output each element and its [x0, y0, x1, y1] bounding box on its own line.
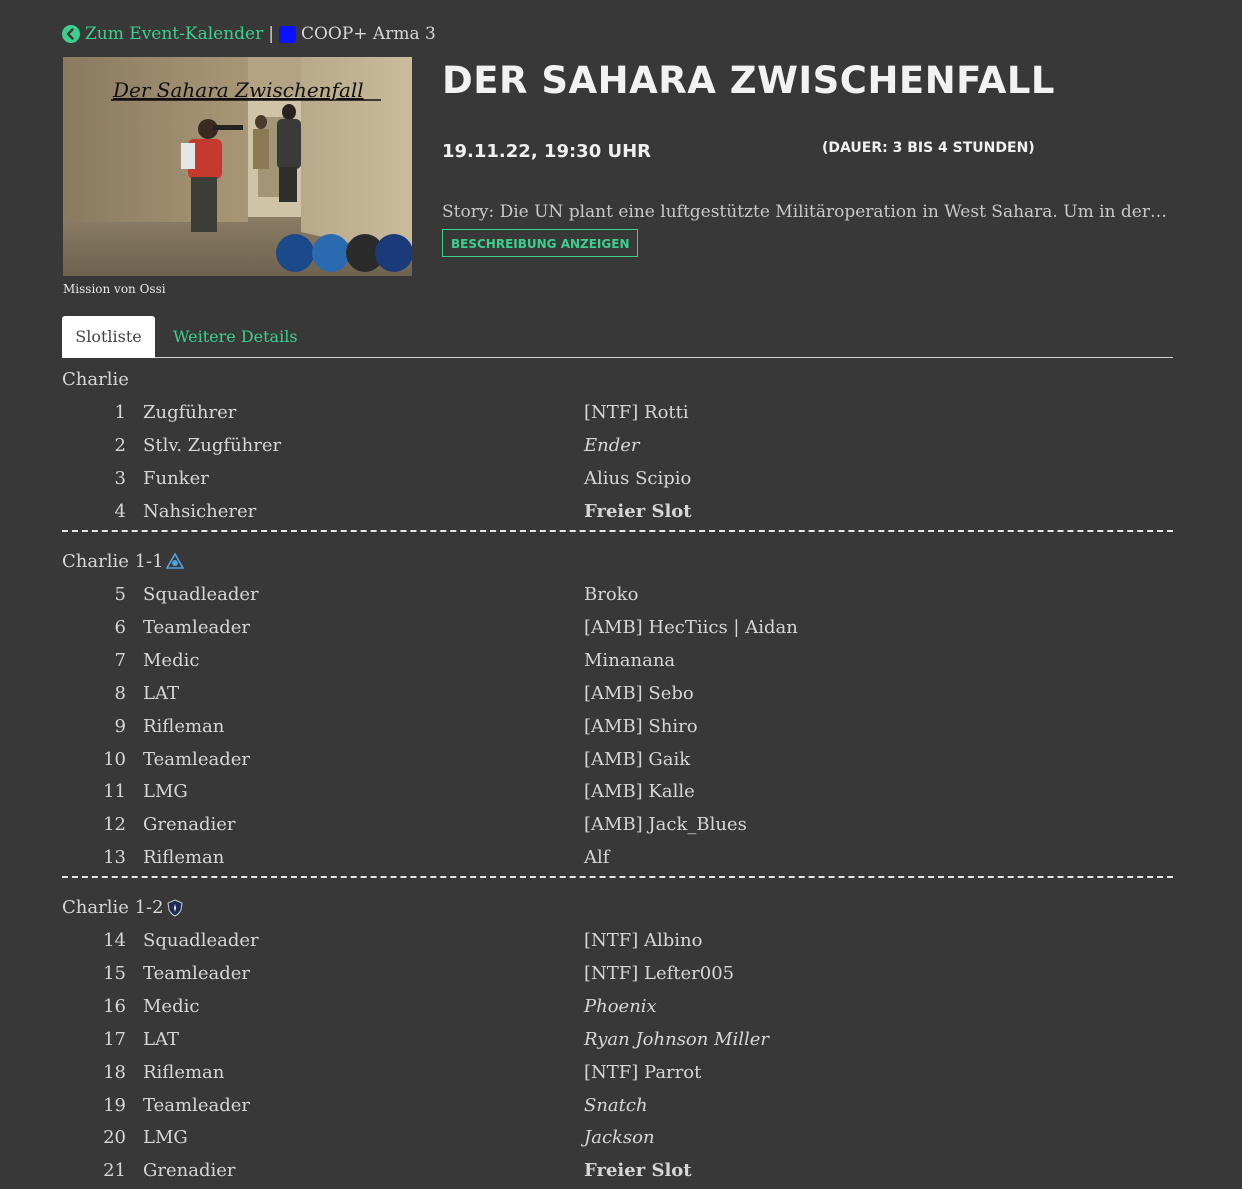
slot-role: Squadleader [143, 584, 259, 605]
amb-logo-icon [165, 552, 184, 569]
slot-role: Funker [143, 467, 209, 489]
slot-number: 1 [114, 402, 126, 423]
group-name: Charlie [62, 369, 129, 390]
slot-role: Teamleader [143, 748, 250, 770]
slot-role: Stlv. Zugführer [143, 434, 282, 456]
event-story: Story: Die UN plant eine luftgestützte M… [442, 202, 1172, 222]
event-duration: (DAUER: 3 BIS 4 STUNDEN) [822, 140, 1035, 156]
breadcrumb-separator: | [268, 24, 274, 44]
slot-player: [NTF] Rotti [584, 402, 689, 423]
slot-role: Teamleader [143, 616, 250, 638]
slot-number: 13 [103, 847, 126, 869]
slot-player: Alf [584, 847, 610, 869]
slot-role: Grenadier [143, 1160, 236, 1182]
slot-number: 16 [103, 995, 126, 1017]
slot-player: [NTF] Parrot [584, 1061, 702, 1083]
group-header: Charlie 1-1 [62, 551, 184, 572]
event-type-label: COOP+ Arma 3 [300, 24, 436, 44]
slot-role: Medic [143, 649, 200, 671]
slot-role: Teamleader [143, 962, 250, 984]
slot-number: 8 [114, 682, 126, 704]
group-divider [62, 530, 1173, 532]
free-slot-link[interactable]: Freier Slot [584, 501, 692, 522]
event-date: 19.11.22, 19:30 UHR [442, 141, 652, 162]
slot-player: [AMB] Jack_Blues [584, 814, 747, 836]
slot-number: 12 [103, 814, 126, 836]
breadcrumb: Zum Event-Kalender | COOP+ Arma 3 [62, 22, 436, 46]
slot-number: 21 [103, 1160, 126, 1182]
slot-role: LAT [143, 682, 179, 704]
slot-number: 11 [103, 781, 126, 803]
slot-role: Teamleader [143, 1094, 250, 1116]
group-name: Charlie 1-2 [62, 897, 164, 918]
slot-player: [AMB] Kalle [584, 781, 695, 803]
group-divider [62, 876, 1173, 878]
slot-number: 10 [103, 748, 126, 770]
slot-player: Jackson [584, 1127, 655, 1149]
back-link-label[interactable]: Zum Event-Kalender [85, 22, 263, 46]
slot-player: [NTF] Albino [584, 930, 703, 951]
tab-weitere-details[interactable]: Weitere Details [173, 316, 298, 358]
slot-player: Snatch [584, 1094, 648, 1116]
slot-role: Rifleman [143, 1061, 225, 1083]
slot-player: Ryan Johnson Miller [584, 1028, 770, 1050]
slot-role: Rifleman [143, 715, 225, 737]
slot-player: Phoenix [584, 995, 657, 1017]
slot-player: [NTF] Lefter005 [584, 962, 735, 984]
event-type-color-square [278, 25, 296, 43]
mission-author-caption: Mission von Ossi [63, 282, 166, 296]
event-title: DER SAHARA ZWISCHENFALL [442, 59, 1055, 102]
slot-number: 18 [103, 1061, 126, 1083]
tab-slotliste[interactable]: Slotliste [62, 316, 155, 358]
group-header: Charlie 1-2 [62, 897, 184, 918]
slot-number: 17 [103, 1028, 126, 1050]
slot-number: 20 [103, 1127, 126, 1149]
back-to-calendar-link[interactable]: Zum Event-Kalender [62, 22, 263, 46]
tab-bar: Slotliste Weitere Details [62, 316, 1173, 358]
slot-number: 6 [114, 616, 126, 638]
slot-number: 4 [114, 500, 126, 522]
event-image: Der Sahara Zwischenfall [63, 57, 412, 276]
slot-role: Grenadier [143, 814, 236, 836]
slot-number: 19 [103, 1094, 126, 1116]
slot-player: [AMB] Sebo [584, 682, 694, 704]
slot-number: 5 [114, 584, 126, 605]
slot-number: 7 [114, 649, 126, 671]
slot-role: Nahsicherer [143, 500, 257, 522]
slot-role: Zugführer [143, 402, 237, 423]
chevron-left-circle-icon [62, 25, 80, 43]
slot-role: LMG [143, 1127, 188, 1149]
show-description-button[interactable]: BESCHREIBUNG ANZEIGEN [442, 229, 639, 257]
slot-role: Rifleman [143, 847, 225, 869]
slot-number: 15 [103, 962, 126, 984]
slot-player: Broko [584, 584, 639, 605]
slot-player: Ender [584, 434, 640, 456]
slot-player: Minanana [584, 649, 676, 671]
slot-player: [AMB] Gaik [584, 748, 691, 770]
ntf-shield-icon [167, 898, 183, 917]
slot-role: Medic [143, 995, 200, 1017]
slot-role: LAT [143, 1028, 179, 1050]
slot-number: 9 [114, 715, 126, 737]
slot-player: [AMB] HecTiics | Aidan [584, 616, 798, 638]
free-slot-link[interactable]: Freier Slot [584, 1160, 692, 1181]
slot-number: 3 [114, 467, 126, 489]
slot-number: 14 [103, 930, 126, 951]
slot-role: Squadleader [143, 930, 259, 951]
slot-number: 2 [114, 434, 126, 456]
group-name: Charlie 1-1 [62, 551, 164, 572]
slot-player: [AMB] Shiro [584, 715, 698, 737]
slot-role: LMG [143, 781, 188, 803]
group-header: Charlie [62, 369, 129, 390]
image-title-lettering: Der Sahara Zwischenfall [112, 78, 364, 102]
slot-player: Alius Scipio [584, 467, 692, 489]
